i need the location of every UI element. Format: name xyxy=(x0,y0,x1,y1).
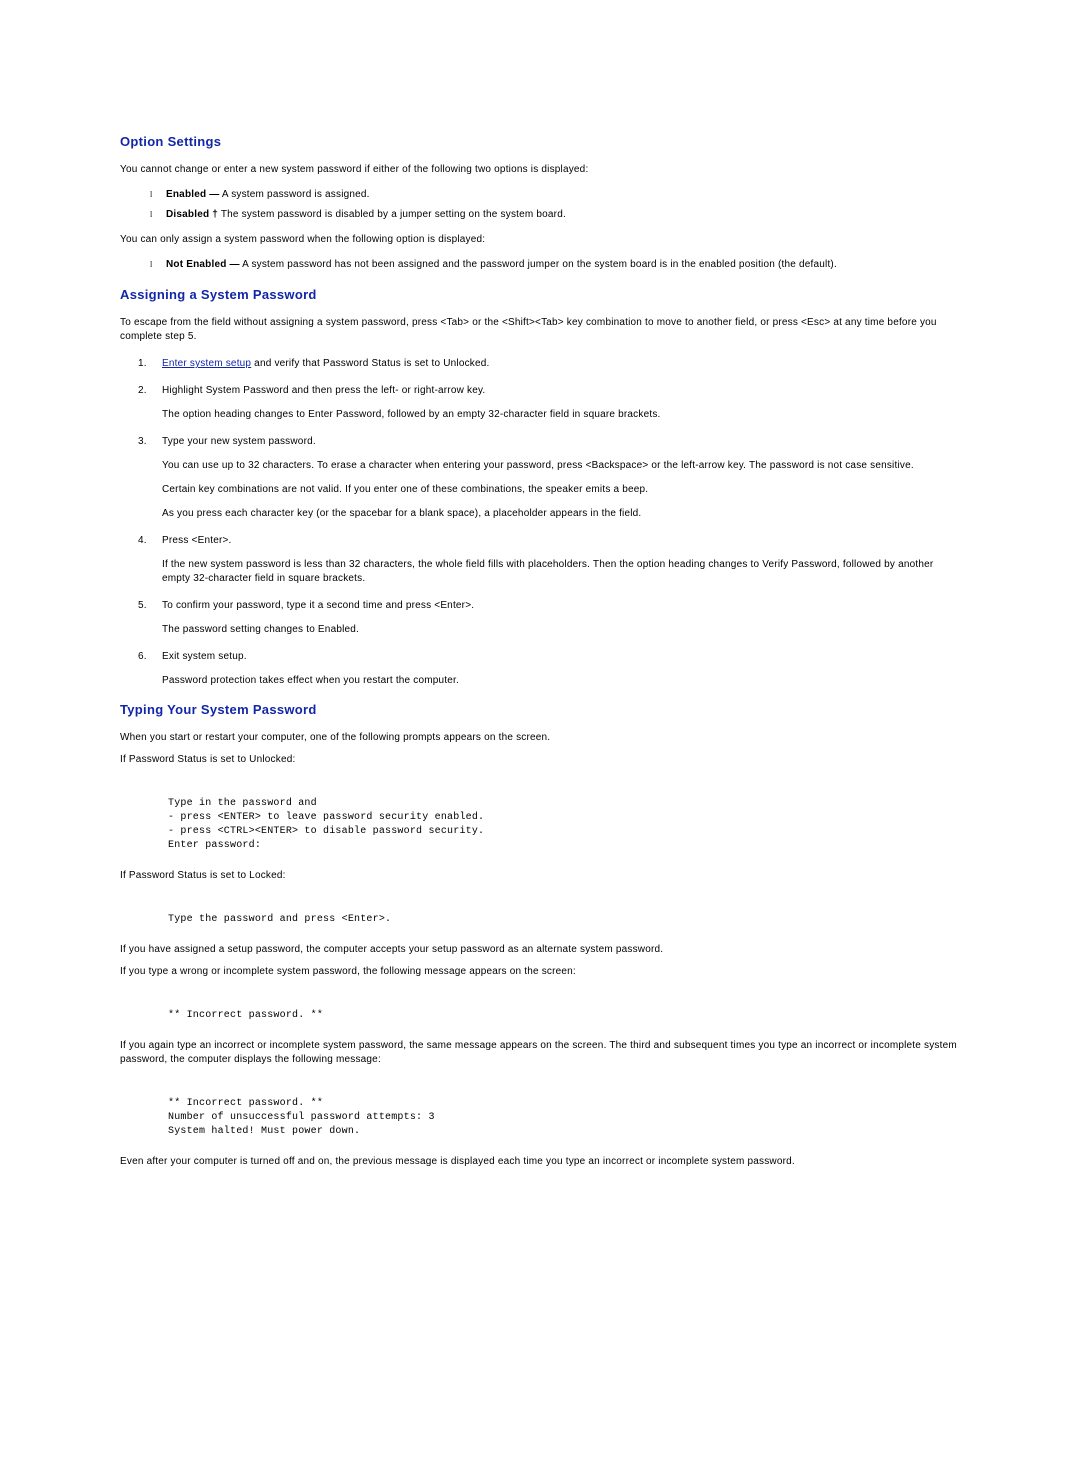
heading-typing: Typing Your System Password xyxy=(120,702,960,717)
text-typing-p7: Even after your computer is turned off a… xyxy=(120,1155,960,1169)
bullet-notenabled-rest: A system password has not been assigned … xyxy=(240,259,837,270)
step-6-main: Exit system setup. xyxy=(162,651,247,662)
code-incorrect-2: ** Incorrect password. ** Number of unsu… xyxy=(168,1097,960,1139)
link-enter-system-setup[interactable]: Enter system setup xyxy=(162,358,251,369)
bullet-enabled-rest: A system password is assigned. xyxy=(219,189,369,200)
bullet-enabled: Enabled — A system password is assigned. xyxy=(150,187,960,203)
bullet-notenabled: Not Enabled — A system password has not … xyxy=(150,257,960,273)
step-2: Highlight System Password and then press… xyxy=(138,383,960,422)
text-option-intro: You cannot change or enter a new system … xyxy=(120,163,960,177)
step-1-text: and verify that Password Status is set t… xyxy=(251,358,489,369)
code-unlocked-prompt: Type in the password and - press <ENTER>… xyxy=(168,797,960,853)
text-typing-p6: If you again type an incorrect or incomp… xyxy=(120,1039,960,1067)
text-typing-p3: If Password Status is set to Locked: xyxy=(120,869,960,883)
step-4-sub1: If the new system password is less than … xyxy=(162,558,960,586)
step-3-main: Type your new system password. xyxy=(162,436,316,447)
step-4: Press <Enter>. If the new system passwor… xyxy=(138,533,960,586)
step-3-sub1: You can use up to 32 characters. To eras… xyxy=(162,459,960,473)
bullet-disabled-bold: Disabled † xyxy=(166,209,218,220)
step-1: Enter system setup and verify that Passw… xyxy=(138,356,960,371)
step-2-sub1: The option heading changes to Enter Pass… xyxy=(162,408,960,422)
step-2-main: Highlight System Password and then press… xyxy=(162,385,485,396)
step-6-sub1: Password protection takes effect when yo… xyxy=(162,674,960,688)
bullet-notenabled-bold: Not Enabled — xyxy=(166,259,240,270)
bullet-list-options: Enabled — A system password is assigned.… xyxy=(150,187,960,223)
steps-list: Enter system setup and verify that Passw… xyxy=(138,356,960,688)
step-3: Type your new system password. You can u… xyxy=(138,434,960,521)
text-option-mid: You can only assign a system password wh… xyxy=(120,233,960,247)
step-3-sub2: Certain key combinations are not valid. … xyxy=(162,483,960,497)
step-3-sub3: As you press each character key (or the … xyxy=(162,507,960,521)
bullet-list-notenabled: Not Enabled — A system password has not … xyxy=(150,257,960,273)
bullet-enabled-bold: Enabled — xyxy=(166,189,219,200)
heading-option-settings: Option Settings xyxy=(120,134,960,149)
text-typing-p1: When you start or restart your computer,… xyxy=(120,731,960,745)
step-4-main: Press <Enter>. xyxy=(162,535,232,546)
step-5-sub1: The password setting changes to Enabled. xyxy=(162,623,960,637)
text-assigning-intro: To escape from the field without assigni… xyxy=(120,316,960,344)
step-5: To confirm your password, type it a seco… xyxy=(138,598,960,637)
bullet-disabled-rest: The system password is disabled by a jum… xyxy=(218,209,566,220)
code-locked-prompt: Type the password and press <Enter>. xyxy=(168,913,960,927)
step-6: Exit system setup. Password protection t… xyxy=(138,649,960,688)
text-typing-p4: If you have assigned a setup password, t… xyxy=(120,943,960,957)
text-typing-p5: If you type a wrong or incomplete system… xyxy=(120,965,960,979)
step-5-main: To confirm your password, type it a seco… xyxy=(162,600,474,611)
bullet-disabled: Disabled † The system password is disabl… xyxy=(150,207,960,223)
document-body: Option Settings You cannot change or ent… xyxy=(0,0,1080,1477)
code-incorrect-1: ** Incorrect password. ** xyxy=(168,1009,960,1023)
text-typing-p2: If Password Status is set to Unlocked: xyxy=(120,753,960,767)
heading-assigning: Assigning a System Password xyxy=(120,287,960,302)
